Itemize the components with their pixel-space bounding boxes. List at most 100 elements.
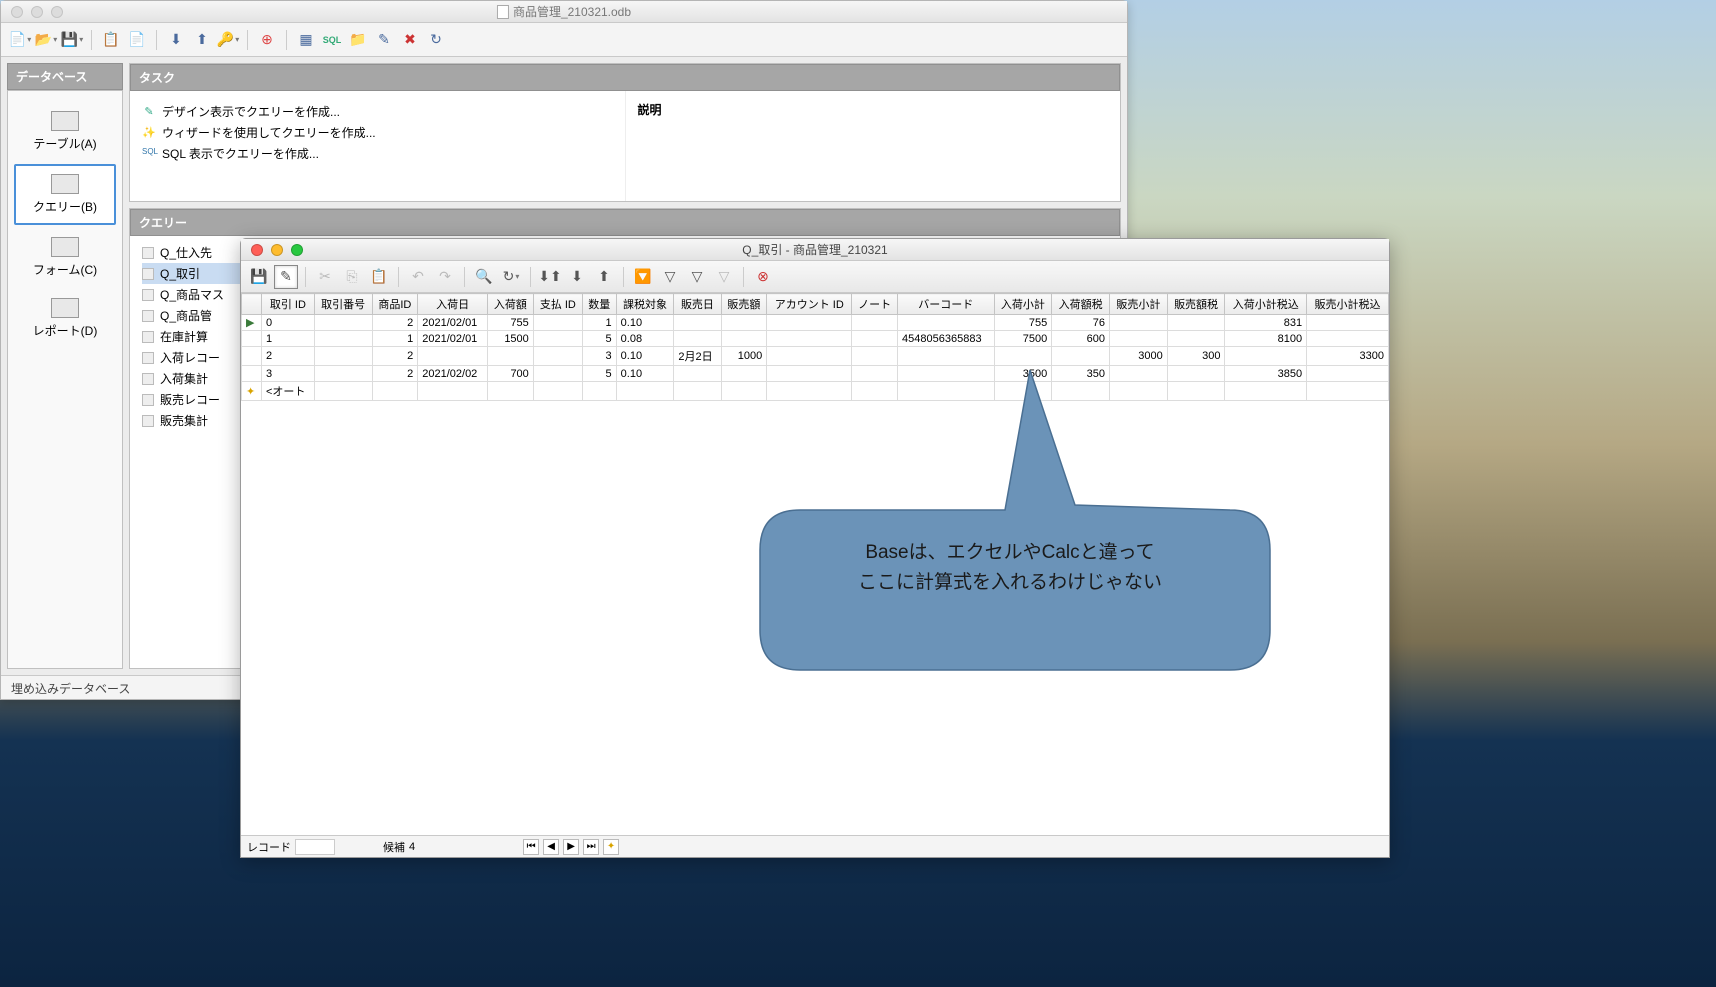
cell[interactable]: 0.10	[616, 315, 674, 331]
column-header[interactable]: 支払 ID	[533, 294, 582, 315]
table-row[interactable]: 2230.102月2日100030003003300	[242, 347, 1389, 366]
cell[interactable]	[721, 331, 767, 347]
save-record-icon[interactable]: 💾	[247, 265, 271, 289]
cell[interactable]	[1109, 366, 1167, 382]
cell[interactable]	[721, 366, 767, 382]
column-header[interactable]: 販売日	[674, 294, 721, 315]
cell[interactable]	[1167, 382, 1225, 401]
cell[interactable]: 5	[582, 331, 616, 347]
column-header[interactable]: 販売額税	[1167, 294, 1225, 315]
cell[interactable]	[767, 331, 852, 347]
close-data-icon[interactable]: ⊗	[751, 265, 775, 289]
cell[interactable]: 755	[488, 315, 534, 331]
cell[interactable]	[314, 366, 372, 382]
table-row[interactable]: ▶022021/02/0175510.1075576831	[242, 315, 1389, 331]
cell[interactable]	[1109, 315, 1167, 331]
close-button[interactable]	[11, 6, 23, 18]
cut-icon[interactable]: ✂	[313, 265, 337, 289]
row-selector[interactable]	[242, 366, 262, 382]
folder-icon[interactable]: 📁	[347, 29, 369, 51]
cell[interactable]	[674, 331, 721, 347]
cell[interactable]	[674, 382, 721, 401]
cell[interactable]: 831	[1225, 315, 1307, 331]
new-row-selector[interactable]: ✦	[242, 382, 262, 401]
column-header[interactable]: 入荷日	[418, 294, 488, 315]
cell[interactable]: 0.10	[616, 347, 674, 366]
cell[interactable]: 2	[372, 315, 418, 331]
cell[interactable]: 3	[582, 347, 616, 366]
cell[interactable]	[721, 382, 767, 401]
cell[interactable]	[616, 382, 674, 401]
main-titlebar[interactable]: 商品管理_210321.odb	[1, 1, 1127, 23]
close-button[interactable]	[251, 244, 263, 256]
autofilter-icon[interactable]: 🔽	[631, 265, 655, 289]
redo-icon[interactable]: ↷	[433, 265, 457, 289]
column-header[interactable]: 販売小計税込	[1307, 294, 1389, 315]
copy-icon[interactable]: 📋	[100, 29, 122, 51]
find-replace-icon[interactable]: ↻	[499, 265, 523, 289]
cell[interactable]: 2	[262, 347, 315, 366]
first-record-button[interactable]: ⏮	[523, 839, 539, 855]
cell[interactable]: 1	[372, 331, 418, 347]
row-selector[interactable]	[242, 331, 262, 347]
cell[interactable]: 7500	[994, 331, 1052, 347]
cell[interactable]	[1167, 366, 1225, 382]
cell[interactable]	[314, 382, 372, 401]
cell[interactable]	[488, 347, 534, 366]
task-sql-view[interactable]: SQL SQL 表示でクエリーを作成...	[142, 143, 613, 164]
column-header[interactable]: 入荷小計税込	[1225, 294, 1307, 315]
cell[interactable]	[767, 382, 852, 401]
cell[interactable]: 8100	[1225, 331, 1307, 347]
cell[interactable]: 700	[488, 366, 534, 382]
table-row[interactable]: 112021/02/01150050.084548056365883750060…	[242, 331, 1389, 347]
cell[interactable]: 300	[1167, 347, 1225, 366]
cell[interactable]: 1000	[721, 347, 767, 366]
cell[interactable]: 3850	[1225, 366, 1307, 382]
sort3-icon[interactable]: ⬆	[592, 265, 616, 289]
edit-icon[interactable]: ✎	[373, 29, 395, 51]
cell[interactable]: 2	[372, 366, 418, 382]
sort2-icon[interactable]: ⬇	[565, 265, 589, 289]
cell[interactable]	[767, 315, 852, 331]
table-row-new[interactable]: ✦<オート	[242, 382, 1389, 401]
cell[interactable]: 76	[1052, 315, 1110, 331]
cell[interactable]	[1109, 382, 1167, 401]
cell[interactable]: 5	[582, 366, 616, 382]
sort-asc-icon[interactable]: ⬇	[165, 29, 187, 51]
table-row[interactable]: 322021/02/0270050.1035003503850	[242, 366, 1389, 382]
cell[interactable]	[674, 315, 721, 331]
cell[interactable]	[994, 382, 1052, 401]
cell[interactable]: 755	[994, 315, 1052, 331]
minimize-button[interactable]	[271, 244, 283, 256]
cell[interactable]	[852, 347, 898, 366]
cell[interactable]	[767, 366, 852, 382]
prev-record-button[interactable]: ◀	[543, 839, 559, 855]
sidebar-item-forms[interactable]: フォーム(C)	[14, 229, 116, 286]
cell[interactable]	[1225, 347, 1307, 366]
cell[interactable]	[1307, 366, 1389, 382]
select-all-corner[interactable]	[242, 294, 262, 315]
column-header[interactable]: 取引番号	[314, 294, 372, 315]
cell[interactable]: 2021/02/02	[418, 366, 488, 382]
cell[interactable]	[852, 331, 898, 347]
cell[interactable]	[314, 347, 372, 366]
cell[interactable]	[533, 347, 582, 366]
cell[interactable]	[1167, 315, 1225, 331]
cell[interactable]: 1500	[488, 331, 534, 347]
column-header[interactable]: 取引 ID	[262, 294, 315, 315]
cell[interactable]	[994, 347, 1052, 366]
cell[interactable]: 350	[1052, 366, 1110, 382]
cell[interactable]	[674, 366, 721, 382]
form-icon[interactable]: 🔑	[217, 29, 239, 51]
column-header[interactable]: 販売額	[721, 294, 767, 315]
row-selector[interactable]	[242, 347, 262, 366]
undo-icon[interactable]: ↶	[406, 265, 430, 289]
cell[interactable]: 0.10	[616, 366, 674, 382]
table-icon[interactable]: ▦	[295, 29, 317, 51]
cell[interactable]	[418, 382, 488, 401]
rename-icon[interactable]: ↻	[425, 29, 447, 51]
column-header[interactable]: 数量	[582, 294, 616, 315]
cell[interactable]: 1	[582, 315, 616, 331]
cell[interactable]	[852, 315, 898, 331]
column-header[interactable]: 入荷額	[488, 294, 534, 315]
